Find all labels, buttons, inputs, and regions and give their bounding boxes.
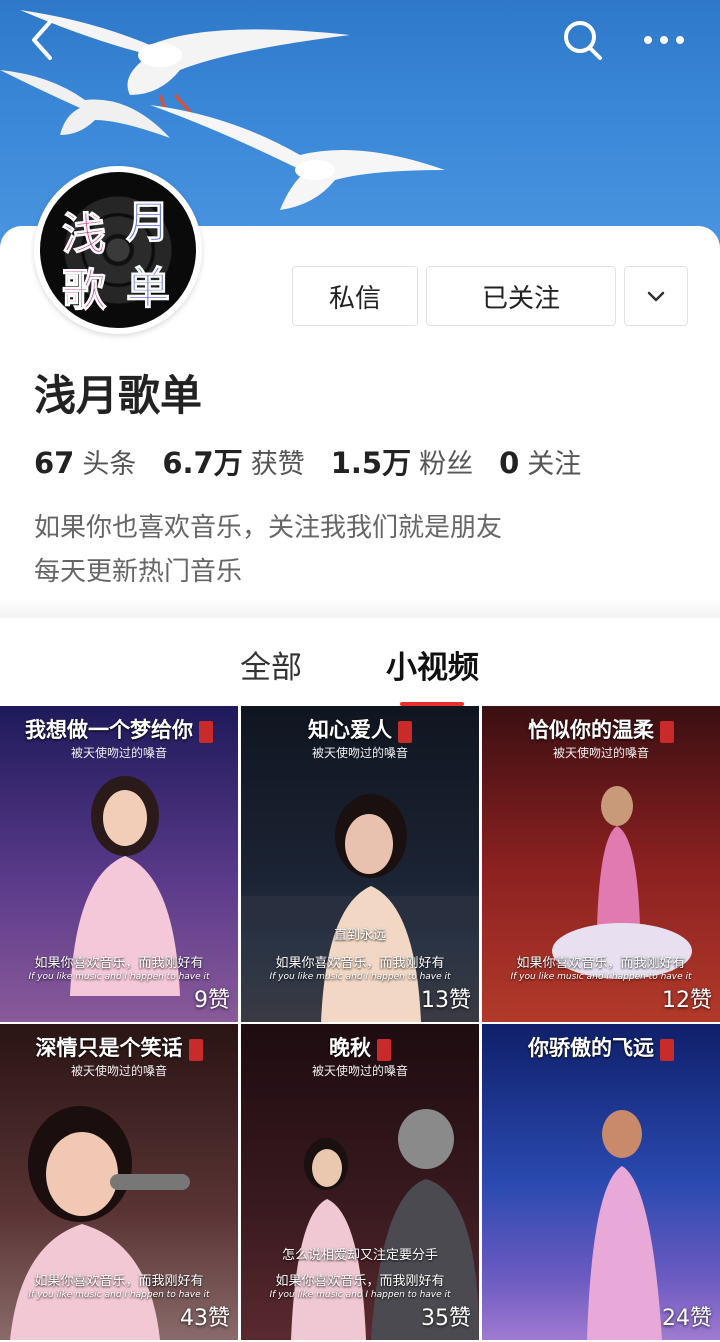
lyric-caption: 直到永远 xyxy=(333,928,386,943)
video-tile[interactable]: 你骄傲的飞远 24赞 xyxy=(482,1024,720,1340)
follow-button[interactable]: 已关注 xyxy=(426,266,616,326)
profile-name: 浅月歌单 xyxy=(34,371,203,420)
section-divider xyxy=(0,598,720,618)
like-count: 13赞 xyxy=(421,988,471,1013)
avatar-record-image: 浅 月 歌 单 xyxy=(40,172,196,328)
video-subtitle: 被天使吻过的嗓音 xyxy=(70,1064,167,1078)
like-count: 24赞 xyxy=(662,1306,712,1331)
bio-line: 每天更新热门音乐 xyxy=(34,557,243,587)
avatar-char: 浅 xyxy=(62,209,107,261)
chevron-left-icon xyxy=(32,20,52,60)
video-caption: 如果你喜欢音乐，而我刚好有 xyxy=(516,956,686,971)
profile-bio: 如果你也喜欢音乐，关注我我们就是朋友 每天更新热门音乐 xyxy=(34,506,502,594)
stat-label: 关注 xyxy=(527,449,582,480)
video-caption: 如果你喜欢音乐，而我刚好有 xyxy=(34,1274,204,1289)
logo-stamp-icon xyxy=(660,1038,674,1061)
video-title: 你骄傲的飞远 xyxy=(482,1032,720,1062)
video-title: 知心爱人 xyxy=(241,714,479,744)
video-title: 深情只是个笑话 xyxy=(0,1032,238,1062)
stat-number: 0 xyxy=(499,446,520,480)
like-count: 12赞 xyxy=(662,988,712,1013)
search-icon xyxy=(564,21,602,60)
logo-stamp-icon xyxy=(188,1038,203,1061)
video-subtitle: 被天使吻过的嗓音 xyxy=(311,1064,408,1078)
video-subtitle: 被天使吻过的嗓音 xyxy=(552,746,649,760)
logo-stamp-icon xyxy=(377,1038,391,1061)
tab-all[interactable]: 全部 xyxy=(240,642,302,687)
video-subtitle: 被天使吻过的嗓音 xyxy=(70,746,167,760)
video-subtitle: 被天使吻过的嗓音 xyxy=(311,746,408,760)
stat-number: 1.5万 xyxy=(330,446,412,480)
video-title: 晚秋 xyxy=(241,1032,479,1062)
back-button[interactable] xyxy=(22,14,66,66)
profile-stats: 67 头条 6.7万 获赞 1.5万 粉丝 0 关注 xyxy=(34,440,607,482)
logo-stamp-icon xyxy=(660,720,674,743)
chevron-down-icon xyxy=(647,291,665,302)
search-button[interactable] xyxy=(556,14,608,66)
like-count: 35赞 xyxy=(421,1306,471,1331)
content-tabs: 全部 小视频 xyxy=(0,618,720,706)
lyric-caption: 怎么说相爱却又注定要分手 xyxy=(281,1248,438,1263)
video-caption-en: If you like music and I happen to have i… xyxy=(28,1290,210,1300)
video-caption-en: If you like music and I happen to have i… xyxy=(510,972,692,982)
avatar[interactable]: 浅 月 歌 单 xyxy=(34,166,202,334)
video-caption: 如果你喜欢音乐，而我刚好有 xyxy=(275,1274,445,1289)
video-tile[interactable]: 深情只是个笑话 被天使吻过的嗓音 如果你喜欢音乐，而我刚好有 If you li… xyxy=(0,1024,238,1340)
top-bar xyxy=(0,0,720,84)
profile-page: 浅 月 歌 单 私信 已关注 浅月歌单 67 头条 6.7万 获赞 1.5万 粉… xyxy=(0,0,720,1342)
avatar-char: 月 xyxy=(126,197,171,249)
avatar-char: 单 xyxy=(126,263,171,315)
stat-followers[interactable]: 1.5万 粉丝 xyxy=(331,440,473,482)
stat-following[interactable]: 0 关注 xyxy=(499,442,581,481)
video-caption: 如果你喜欢音乐，而我刚好有 xyxy=(34,956,204,971)
expand-button[interactable] xyxy=(624,266,688,326)
stat-label: 获赞 xyxy=(250,449,305,480)
message-button[interactable]: 私信 xyxy=(292,266,418,326)
tab-short-videos[interactable]: 小视频 xyxy=(386,642,479,687)
logo-stamp-icon xyxy=(398,720,412,743)
seagull-image xyxy=(150,105,445,210)
more-options-button[interactable] xyxy=(636,14,692,66)
video-caption-en: If you like music and I happen to have i… xyxy=(269,1290,451,1300)
avatar-char: 歌 xyxy=(62,265,107,317)
video-caption-en: If you like music and I happen to have i… xyxy=(28,972,210,982)
video-tile[interactable]: 我想做一个梦给你 被天使吻过的嗓音 如果你喜欢音乐，而我刚好有 If you l… xyxy=(0,706,238,1022)
bio-line: 如果你也喜欢音乐，关注我我们就是朋友 xyxy=(34,513,503,543)
more-dots-icon xyxy=(644,36,684,44)
like-count: 43赞 xyxy=(180,1306,230,1331)
video-caption: 如果你喜欢音乐，而我刚好有 xyxy=(275,956,445,971)
video-title: 恰似你的温柔 xyxy=(482,714,720,744)
video-title: 我想做一个梦给你 xyxy=(0,714,238,744)
stat-number: 67 xyxy=(34,446,75,480)
logo-stamp-icon xyxy=(199,720,213,743)
stat-number: 6.7万 xyxy=(162,446,243,480)
like-count: 9赞 xyxy=(194,988,230,1013)
stat-likes[interactable]: 6.7万 获赞 xyxy=(162,440,304,482)
stat-label: 粉丝 xyxy=(419,449,474,480)
video-tile[interactable]: 晚秋 被天使吻过的嗓音 怎么说相爱却又注定要分手 如果你喜欢音乐，而我刚好有 I… xyxy=(241,1024,479,1340)
video-tile[interactable]: 知心爱人 被天使吻过的嗓音 直到永远 如果你喜欢音乐，而我刚好有 If you … xyxy=(241,706,479,1022)
stat-label: 头条 xyxy=(82,449,137,480)
video-tile[interactable]: 恰似你的温柔 被天使吻过的嗓音 如果你喜欢音乐，而我刚好有 If you lik… xyxy=(482,706,720,1022)
video-caption-en: If you like music and I happen to have i… xyxy=(269,972,451,982)
stat-articles[interactable]: 67 头条 xyxy=(34,442,136,481)
